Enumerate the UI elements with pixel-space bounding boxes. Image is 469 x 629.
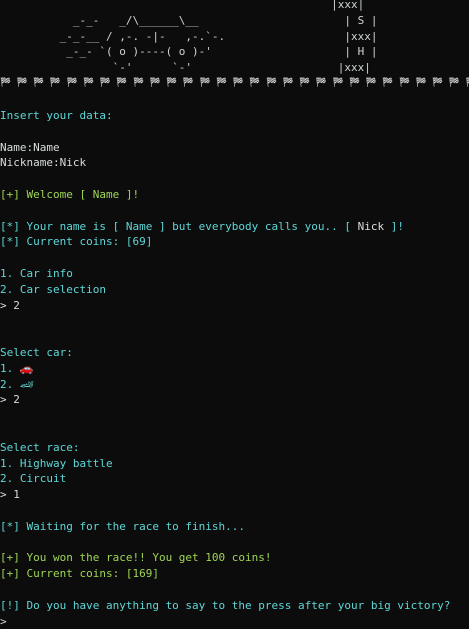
race-option-highway: 1. Highway battle — [0, 456, 113, 470]
menu-choice-input: > 2 — [0, 298, 20, 312]
banner-line: `-' `-' |xxx| — [0, 61, 371, 75]
ascii-car-banner: |xxx| _-_- _/\______\__ | S | _-_-__ / ,… — [0, 0, 378, 76]
current-coins-initial: [*] Current coins: [69] — [0, 235, 153, 249]
race-option-circuit: 2. Circuit — [0, 472, 67, 486]
banner-line: _-_-__ / ,-. -|- ,-.`-. |xxx| — [0, 29, 378, 43]
terminal-window[interactable]: |xxx| _-_- _/\______\__ | S | _-_-__ / ,… — [0, 0, 469, 629]
banner-line: _-_- `( o )----( o )-' | H | — [0, 45, 378, 59]
menu-item-car-selection: 2. Car selection — [0, 282, 106, 296]
select-car-heading: Select car: — [0, 345, 73, 359]
select-race-heading: Select race: — [0, 440, 80, 454]
terminal-output: Insert your data: Name:Name Nickname:Nic… — [0, 108, 469, 629]
banner-line: _-_- _/\______\__ | S | — [0, 13, 378, 27]
car-option-2: 2. 🏎 — [0, 377, 34, 391]
flag-separator: 🏁 🏁 🏁 🏁 🏁 🏁 🏁 🏁 🏁 🏁 🏁 🏁 🏁 🏁 🏁 🏁 🏁 🏁 🏁 🏁 … — [0, 78, 469, 88]
nickname-value: Nick — [351, 219, 391, 233]
name-info-suffix: ]! — [390, 219, 404, 233]
current-coins-final: [+] Current coins: [169] — [0, 567, 159, 581]
insert-data-prompt: Insert your data: — [0, 109, 113, 122]
menu-item-car-info: 1. Car info — [0, 266, 73, 280]
name-input-line: Name:Name — [0, 140, 60, 154]
car-option-1: 1. 🚗 — [0, 361, 34, 375]
name-info-prefix: [*] Your name is [ Name ] but everybody … — [0, 219, 351, 233]
waiting-message: [*] Waiting for the race to finish... — [0, 519, 246, 533]
welcome-message: [+] Welcome [ Name ]! — [0, 187, 140, 201]
name-info-message: [*] Your name is [ Name ] but everybody … — [0, 219, 469, 235]
banner-line: |xxx| — [0, 0, 365, 11]
won-message: [+] You won the race!! You get 100 coins… — [0, 551, 272, 565]
input-prompt[interactable]: > — [0, 614, 469, 629]
race-choice-input: > 1 — [0, 488, 20, 502]
press-question: [!] Do you have anything to say to the p… — [0, 598, 451, 612]
nickname-input-line: Nickname:Nick — [0, 156, 87, 170]
car-choice-input: > 2 — [0, 393, 20, 407]
